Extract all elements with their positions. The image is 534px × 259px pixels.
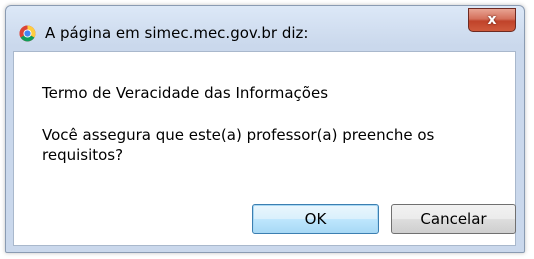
dialog-titlebar[interactable]: A página em simec.mec.gov.br diz: x — [6, 6, 524, 44]
close-button[interactable]: x — [468, 8, 516, 32]
close-icon: x — [487, 12, 497, 28]
dialog-title: A página em simec.mec.gov.br diz: — [45, 24, 309, 42]
ok-button[interactable]: OK — [252, 204, 379, 234]
dialog-content: Termo de Veracidade das Informações Você… — [13, 51, 516, 246]
cancel-button[interactable]: Cancelar — [391, 204, 516, 234]
alert-dialog: A página em simec.mec.gov.br diz: x Term… — [5, 5, 525, 253]
chrome-icon — [19, 25, 36, 42]
dialog-heading: Termo de Veracidade das Informações — [42, 84, 329, 102]
dialog-message: Você assegura que este(a) professor(a) p… — [42, 126, 435, 164]
